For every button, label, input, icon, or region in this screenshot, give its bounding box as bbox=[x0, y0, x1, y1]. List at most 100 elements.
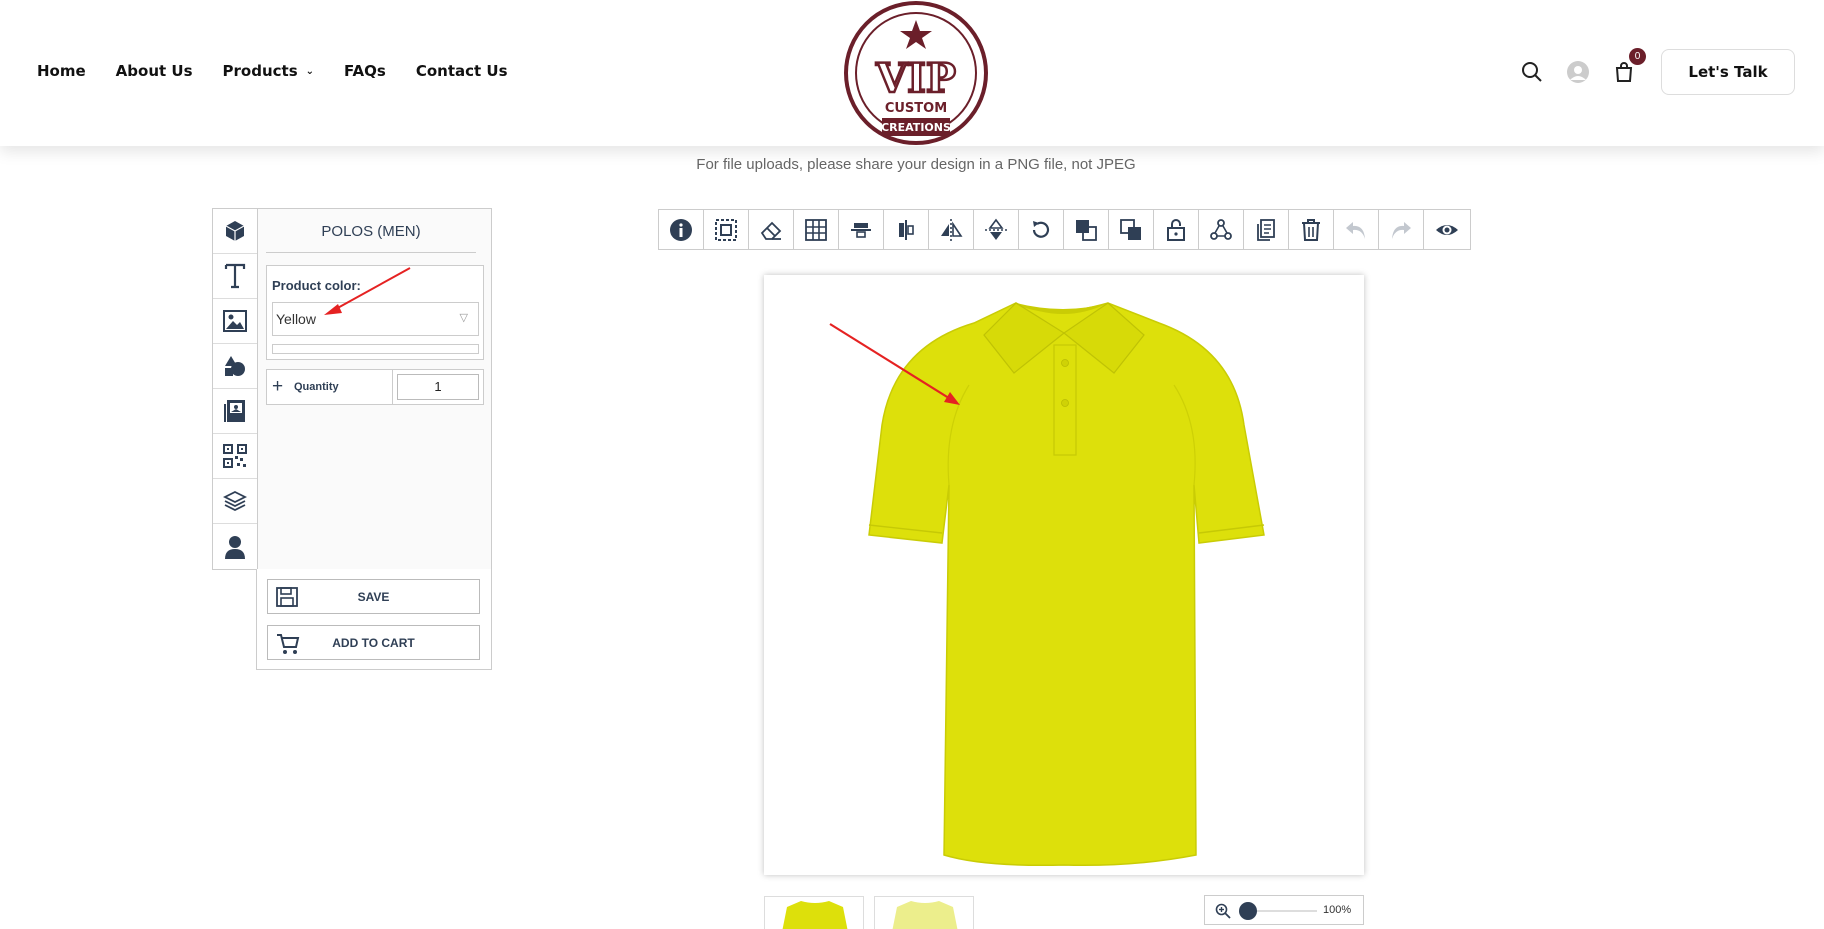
lock-icon bbox=[1167, 218, 1185, 241]
upload-notice: For file uploads, please share your desi… bbox=[696, 156, 1136, 173]
rotate-icon bbox=[1032, 220, 1050, 238]
group-button[interactable] bbox=[1199, 210, 1244, 249]
flip-vertical-button[interactable] bbox=[974, 210, 1019, 249]
redo-icon bbox=[1392, 221, 1411, 239]
quantity-row: + Quantity 1 bbox=[266, 369, 484, 405]
delete-button[interactable] bbox=[1289, 210, 1334, 249]
layers-tool-button[interactable] bbox=[213, 479, 257, 524]
editing-toolbar bbox=[658, 209, 1471, 250]
bring-forward-icon bbox=[1076, 219, 1097, 241]
plus-icon[interactable]: + bbox=[272, 376, 283, 398]
lets-talk-button[interactable]: Let's Talk bbox=[1661, 49, 1795, 95]
search-icon[interactable] bbox=[1520, 60, 1544, 84]
send-backward-icon bbox=[1120, 218, 1141, 240]
polo-back-thumbnail bbox=[892, 901, 958, 929]
bring-forward-button[interactable] bbox=[1064, 210, 1109, 249]
undo-icon bbox=[1346, 221, 1365, 239]
product-tool-button[interactable] bbox=[213, 209, 257, 254]
zoom-in-icon[interactable] bbox=[1215, 903, 1231, 919]
align-center-horizontal-icon bbox=[851, 222, 871, 238]
text-tool-button[interactable] bbox=[213, 254, 257, 299]
preview-button[interactable] bbox=[1424, 210, 1469, 249]
gallery-icon bbox=[224, 400, 245, 422]
text-icon bbox=[224, 263, 246, 289]
nav-home[interactable]: Home bbox=[37, 62, 86, 80]
add-to-cart-label: ADD TO CART bbox=[332, 635, 415, 650]
info-icon bbox=[670, 218, 692, 241]
cart-icon[interactable]: 0 bbox=[1612, 48, 1646, 84]
flip-horizontal-button[interactable] bbox=[929, 210, 974, 249]
user-icon bbox=[225, 535, 245, 559]
product-view-thumbnail-back[interactable] bbox=[874, 896, 974, 929]
grid-icon bbox=[805, 218, 827, 241]
main-nav: Home About Us Products ⌄ FAQs Contact Us bbox=[37, 62, 538, 80]
nav-about-label: About Us bbox=[115, 62, 193, 80]
annotation-arrow bbox=[324, 267, 411, 315]
preview-icon bbox=[1435, 224, 1458, 235]
info-button[interactable] bbox=[659, 210, 704, 249]
zoom-slider-handle[interactable] bbox=[1239, 902, 1257, 920]
product-color-value: Yellow bbox=[276, 311, 316, 327]
color-swatch-bar[interactable] bbox=[272, 344, 479, 354]
qrcode-tool-button[interactable] bbox=[213, 434, 257, 479]
lock-button[interactable] bbox=[1154, 210, 1199, 249]
save-button[interactable]: SAVE bbox=[267, 579, 480, 614]
shapes-tool-button[interactable] bbox=[213, 344, 257, 389]
shapes-icon bbox=[225, 356, 245, 376]
rotate-button[interactable] bbox=[1019, 210, 1064, 249]
undo-button[interactable] bbox=[1334, 210, 1379, 249]
select-button[interactable] bbox=[704, 210, 749, 249]
duplicate-button[interactable] bbox=[1244, 210, 1289, 249]
zoom-level: 100% bbox=[1323, 904, 1352, 916]
designer-panel: POLOS (MEN) Product color: Yellow ▽ + Qu… bbox=[212, 208, 492, 570]
logo-main-text: VIP bbox=[875, 55, 956, 102]
gallery-tool-button[interactable] bbox=[213, 389, 257, 434]
grid-button[interactable] bbox=[794, 210, 839, 249]
vip-logo[interactable]: VIP CUSTOM CREATIONS bbox=[840, 0, 992, 146]
user-tool-button[interactable] bbox=[213, 524, 257, 569]
add-to-cart-button[interactable]: ADD TO CART bbox=[267, 625, 480, 660]
logo-line1: CUSTOM bbox=[885, 101, 947, 116]
nav-home-label: Home bbox=[37, 62, 86, 80]
align-center-vertical-icon bbox=[899, 219, 914, 240]
save-icon bbox=[276, 587, 298, 607]
design-canvas[interactable] bbox=[764, 275, 1364, 875]
chevron-down-icon: ⌄ bbox=[305, 65, 315, 77]
qrcode-icon bbox=[223, 444, 247, 468]
align-horizontal-button[interactable] bbox=[839, 210, 884, 249]
nav-about[interactable]: About Us bbox=[116, 62, 193, 80]
nav-products-label: Products bbox=[222, 62, 298, 80]
quantity-input[interactable]: 1 bbox=[397, 374, 479, 400]
nav-faqs[interactable]: FAQs bbox=[344, 62, 386, 80]
divider bbox=[392, 370, 393, 404]
site-header: Home About Us Products ⌄ FAQs Contact Us … bbox=[0, 0, 1824, 146]
account-avatar-icon[interactable] bbox=[1566, 60, 1590, 84]
header-icons: 0 bbox=[1520, 48, 1646, 84]
flip-horizontal-icon bbox=[941, 218, 963, 241]
zoom-control: 100% bbox=[1204, 895, 1364, 925]
cart-icon bbox=[277, 634, 300, 654]
save-label: SAVE bbox=[357, 589, 390, 604]
layers-icon bbox=[223, 490, 247, 512]
image-tool-button[interactable] bbox=[213, 299, 257, 344]
delete-icon bbox=[1302, 218, 1320, 241]
chevron-down-icon: ▽ bbox=[459, 312, 468, 324]
nav-faqs-label: FAQs bbox=[344, 62, 386, 80]
designer-tool-sidebar bbox=[213, 209, 258, 569]
send-backward-button[interactable] bbox=[1109, 210, 1154, 249]
designer-actions: SAVE ADD TO CART bbox=[256, 569, 492, 670]
nav-products[interactable]: Products ⌄ bbox=[223, 62, 315, 80]
polo-shirt-image bbox=[829, 302, 1265, 867]
align-vertical-button[interactable] bbox=[884, 210, 929, 249]
flip-vertical-icon bbox=[985, 218, 1007, 240]
redo-button[interactable] bbox=[1379, 210, 1424, 249]
image-icon bbox=[223, 310, 247, 332]
eraser-icon bbox=[760, 221, 782, 240]
nav-contact-label: Contact Us bbox=[415, 62, 508, 80]
group-icon bbox=[1210, 218, 1232, 240]
nav-contact[interactable]: Contact Us bbox=[416, 62, 508, 80]
zoom-slider-track[interactable] bbox=[1247, 910, 1317, 912]
eraser-button[interactable] bbox=[749, 210, 794, 249]
product-view-thumbnail-front[interactable] bbox=[764, 896, 864, 929]
product-title: POLOS (MEN) bbox=[266, 223, 476, 253]
